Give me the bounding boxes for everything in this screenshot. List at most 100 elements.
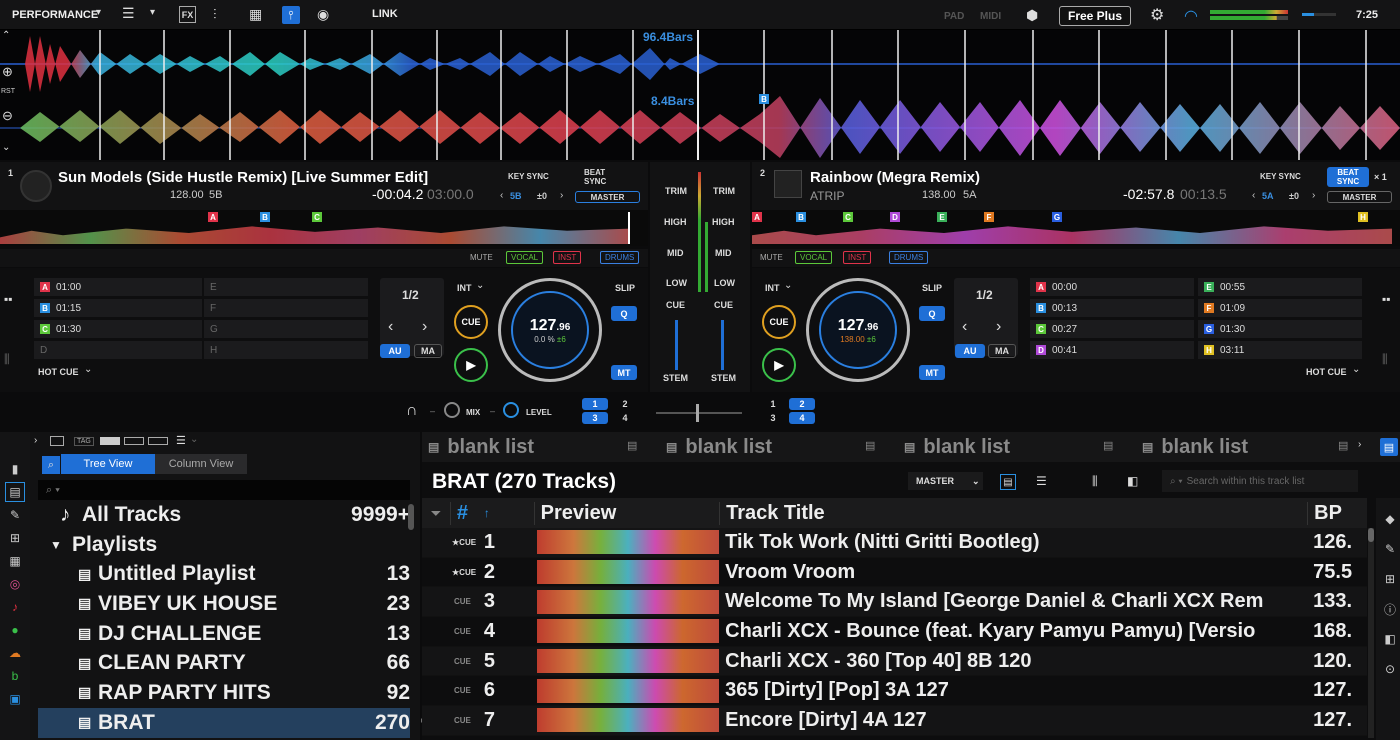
crossfader[interactable]: [656, 404, 742, 422]
hot-cue-pad[interactable]: C 01:30: [34, 320, 202, 338]
loop-length[interactable]: 1/2: [402, 288, 419, 302]
key-next-icon[interactable]: ›: [1312, 190, 1315, 201]
color-swatch[interactable]: [100, 437, 120, 445]
all-tracks-item[interactable]: ♪ All Tracks 9999+: [60, 500, 410, 530]
tab-column-view[interactable]: Column View: [155, 454, 247, 474]
cue-marker[interactable]: A: [208, 212, 218, 222]
quantize-button[interactable]: Q: [919, 306, 945, 321]
fx-assign-1b[interactable]: 1: [760, 398, 786, 410]
quantize-button[interactable]: Q: [611, 306, 637, 321]
bars-icon[interactable]: ⫼: [1382, 352, 1388, 367]
stem-label-1[interactable]: STEM: [663, 373, 688, 383]
hot-cue-pad[interactable]: E 00:55: [1198, 278, 1362, 296]
volume-slider[interactable]: [1302, 13, 1336, 16]
itunes-icon[interactable]: ♪: [5, 597, 25, 617]
cue-marker[interactable]: H: [1358, 212, 1368, 222]
record-icon[interactable]: ◉: [317, 6, 329, 23]
fx-assign-2b[interactable]: 2: [789, 398, 815, 410]
grid-icon[interactable]: ▦: [5, 551, 25, 571]
vocal-button[interactable]: VOCAL: [506, 251, 544, 264]
fx-assign-2[interactable]: 2: [612, 398, 638, 410]
tab-menu-icon[interactable]: ▤: [1103, 439, 1113, 452]
hot-cue-pad[interactable]: F 01:09: [1198, 299, 1362, 317]
gear-icon[interactable]: ⚙: [1150, 5, 1164, 25]
hot-cue-pad[interactable]: C 00:27: [1030, 320, 1194, 338]
play-button[interactable]: ▶: [762, 348, 796, 382]
hot-cue-pad[interactable]: D: [34, 341, 202, 359]
preview-cell[interactable]: [534, 678, 719, 703]
fx-icon[interactable]: FX: [179, 6, 196, 23]
chevron-down-icon[interactable]: ⌄: [1352, 364, 1360, 375]
panel-view-icon[interactable]: ◧: [1127, 474, 1138, 488]
tab-menu-icon[interactable]: ▤: [627, 439, 637, 452]
column-view-icon[interactable]: ⫼: [1092, 474, 1098, 489]
cue-marker[interactable]: A: [752, 212, 762, 222]
key-next-icon[interactable]: ›: [560, 190, 563, 201]
chevron-down-icon[interactable]: ⌄: [190, 434, 198, 445]
play-button[interactable]: ▶: [454, 348, 488, 382]
hot-cue-selector[interactable]: HOT CUE: [1306, 367, 1347, 377]
deck-2-mini-waveform[interactable]: A B C D E F G H: [752, 210, 1400, 246]
spotify-icon[interactable]: ●: [5, 620, 25, 640]
hot-cue-pad[interactable]: G 01:30: [1198, 320, 1362, 338]
headphone-icon[interactable]: ◠: [1184, 6, 1198, 26]
fx-assign-1[interactable]: 1: [582, 398, 608, 410]
playlists-folder[interactable]: ▼ Playlists: [50, 530, 410, 560]
bars-icon[interactable]: ⫼: [4, 352, 10, 367]
column-header-bpm[interactable]: BP: [1307, 501, 1367, 525]
link-icon[interactable]: ⊙: [1380, 659, 1400, 679]
explorer-icon[interactable]: ⊞: [5, 528, 25, 548]
preview-cell[interactable]: [534, 619, 719, 644]
zoom-out-icon[interactable]: ⊖: [2, 108, 13, 124]
hot-cue-pad[interactable]: D 00:41: [1030, 341, 1194, 359]
loop-length[interactable]: 1/2: [976, 288, 993, 302]
hot-cue-selector[interactable]: HOT CUE: [38, 367, 79, 377]
playlist-item-selected[interactable]: ▤ BRAT 270: [38, 707, 410, 738]
preview-cell[interactable]: [534, 589, 719, 614]
column-header-title[interactable]: Track Title: [719, 501, 1307, 525]
sync-multiplier[interactable]: × 1: [1374, 172, 1387, 182]
pen-icon[interactable]: ✎: [5, 505, 25, 525]
hot-cue-pad[interactable]: E: [204, 278, 368, 296]
related-icon[interactable]: ⊞: [1380, 569, 1400, 589]
link-button[interactable]: LINK: [372, 8, 398, 20]
tag-button[interactable]: TAG: [74, 437, 94, 446]
info-icon[interactable]: ⬢: [1026, 7, 1038, 24]
info-icon[interactable]: ⓘ: [1380, 599, 1400, 619]
tab-menu-icon[interactable]: ▤: [1338, 439, 1348, 452]
column-header-preview[interactable]: Preview: [533, 501, 719, 525]
cue-marker[interactable]: B: [759, 94, 769, 104]
int-selector[interactable]: INT: [765, 283, 780, 293]
playlist-item[interactable]: ▤ DJ CHALLENGE 13: [60, 619, 410, 649]
deck-1-mini-waveform[interactable]: A B C: [0, 210, 648, 246]
inst-button[interactable]: INST: [553, 251, 582, 264]
chevron-down-icon[interactable]: ▾: [150, 7, 155, 18]
manual-loop-button[interactable]: MA: [988, 344, 1016, 358]
beatport-icon[interactable]: b: [5, 666, 25, 686]
playlist-item[interactable]: ▤ Untitled Playlist 13: [60, 559, 410, 589]
manual-loop-button[interactable]: MA: [414, 344, 442, 358]
track-row[interactable]: CUE 3 Welcome To My Island [George Daniel …: [422, 587, 1367, 618]
key-prev-icon[interactable]: ‹: [1252, 190, 1255, 201]
preview-cell[interactable]: [534, 708, 719, 733]
tree-search-input[interactable]: ⌕ ▾: [38, 480, 410, 500]
hot-cue-pad[interactable]: H: [204, 341, 368, 359]
free-plus-button[interactable]: Free Plus: [1059, 6, 1132, 26]
jog-wheel[interactable]: 127.96 138.00 ±6: [806, 278, 910, 382]
channel-fader-2[interactable]: [721, 320, 724, 370]
vocal-button[interactable]: VOCAL: [795, 251, 833, 264]
color-swatch[interactable]: [148, 437, 168, 445]
search-filter-icon[interactable]: ⌕: [42, 456, 60, 474]
cue-marker[interactable]: G: [1052, 212, 1062, 222]
master-tempo-button[interactable]: MT: [919, 365, 945, 380]
fx-assign-4b[interactable]: 4: [789, 412, 815, 424]
track-row[interactable]: CUE 5 Charli XCX - 360 [Top 40] 8B 120 120.: [422, 646, 1367, 677]
cue-label-2[interactable]: CUE: [714, 300, 733, 310]
scrollbar[interactable]: [408, 504, 414, 530]
tab-menu-icon[interactable]: ▤: [865, 439, 875, 452]
chevron-down-icon[interactable]: ▾: [96, 7, 101, 18]
fx-assign-4[interactable]: 4: [612, 412, 638, 424]
playlist-item[interactable]: ▤ CLEAN PARTY 66: [60, 648, 410, 678]
master-button[interactable]: MASTER: [1327, 191, 1392, 203]
menu-icon[interactable]: ☰: [122, 5, 135, 22]
